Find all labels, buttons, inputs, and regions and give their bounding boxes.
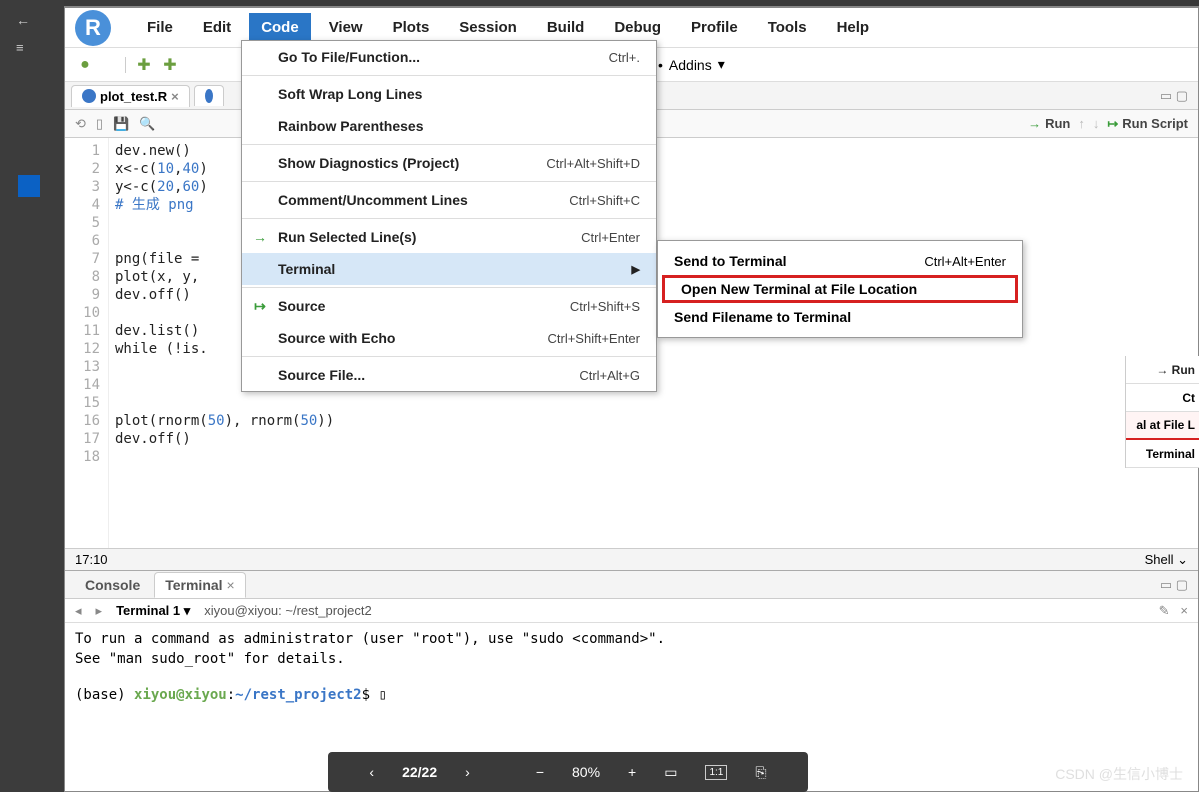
tab-console[interactable]: Console [75, 573, 150, 597]
pdf-viewer-toolbar: ‹ 22/22 › − 80% + ▭ 1:1 ⎘ [328, 752, 808, 792]
menu-edit[interactable]: Edit [191, 13, 243, 42]
right-crop-fragments: → RunCtal at File LTerminal [1125, 356, 1199, 468]
close-icon[interactable]: × [226, 577, 234, 593]
next-page-icon[interactable]: › [465, 764, 470, 780]
new-file-icon[interactable]: ● [85, 57, 126, 73]
submenu-item[interactable]: Send to TerminalCtrl+Alt+Enter [658, 247, 1022, 275]
language-mode[interactable]: Shell ⌄ [1145, 552, 1188, 568]
menu-profile[interactable]: Profile [679, 13, 750, 42]
add-r-icon[interactable]: ✚ [162, 57, 178, 73]
editor-statusbar: 17:10 Shell ⌄ [65, 548, 1198, 570]
menu-item[interactable]: Terminal▶ [242, 253, 656, 285]
prev-term-icon[interactable]: ◂ [75, 603, 82, 619]
addins-label: Addins [669, 57, 712, 73]
next-term-icon[interactable]: ▸ [96, 603, 103, 619]
menu-session[interactable]: Session [447, 13, 529, 42]
menu-item[interactable]: Show Diagnostics (Project)Ctrl+Alt+Shift… [242, 147, 656, 179]
nav-back-icon[interactable]: ⟲ [75, 116, 86, 132]
fit-page-icon[interactable]: ▭ [664, 764, 677, 781]
actual-size-icon[interactable]: 1:1 [705, 765, 727, 780]
terminal-line: See "man sudo_root" for details. [75, 649, 1188, 669]
menu-item[interactable]: Rainbow Parentheses [242, 110, 656, 142]
menu-build[interactable]: Build [535, 13, 597, 42]
run-button[interactable]: → Run [1028, 116, 1070, 131]
run-label: Run [1045, 116, 1070, 131]
browser-left-strip: ← ≡ [0, 0, 64, 792]
menu-item[interactable]: →Run Selected Line(s)Ctrl+Enter [242, 221, 656, 253]
menu-item[interactable]: Source File...Ctrl+Alt+G [242, 359, 656, 391]
cursor-position: 17:10 [75, 552, 108, 567]
cropped-fragment: al at File L [1126, 412, 1199, 440]
menu-tools[interactable]: Tools [756, 13, 819, 42]
r-file-icon [82, 89, 96, 103]
run-script-label: Run Script [1122, 116, 1188, 131]
rotate-icon[interactable]: ⎘ [755, 764, 766, 781]
zoom-level: 80% [572, 764, 600, 780]
watermark: CSDN @生信小博士 [1055, 764, 1183, 784]
submenu-item[interactable]: Send Filename to Terminal [658, 303, 1022, 331]
terminal-toolbar: ◂ ▸ Terminal 1 ▾ xiyou@xiyou: ~/rest_pro… [65, 599, 1198, 623]
panel-controls[interactable]: ▭ ▢ [1160, 88, 1188, 104]
run-arrow-icon: → [1028, 116, 1041, 131]
terminal-line: To run a command as administrator (user … [75, 629, 1188, 649]
bottom-tabbar: Console Terminal × ▭ ▢ [65, 571, 1198, 599]
cropped-fragment: Ct [1126, 384, 1199, 412]
zoom-in-icon[interactable]: + [628, 764, 636, 780]
addins-dropdown[interactable]: • Addins ▾ [658, 56, 725, 73]
menu-item[interactable]: ↦SourceCtrl+Shift+S [242, 290, 656, 322]
menu-view[interactable]: View [317, 13, 375, 42]
tab-filename: plot_test.R [100, 89, 167, 104]
clear-icon[interactable]: ✎ × [1159, 603, 1188, 619]
chevron-down-icon: ▾ [718, 56, 725, 73]
page-indicator: 22/22 [402, 764, 437, 780]
tab-terminal[interactable]: Terminal × [154, 572, 245, 598]
zoom-out-icon[interactable]: − [536, 764, 544, 780]
terminal-output[interactable]: To run a command as administrator (user … [65, 623, 1198, 711]
bottom-pane: Console Terminal × ▭ ▢ ◂ ▸ Terminal 1 ▾ … [65, 570, 1198, 711]
rstudio-logo: R [75, 10, 111, 46]
code-menu-dropdown: Go To File/Function...Ctrl+. Soft Wrap Lo… [241, 40, 657, 392]
menu-plots[interactable]: Plots [381, 13, 442, 42]
menu-debug[interactable]: Debug [602, 13, 673, 42]
save-icon[interactable]: 💾 [113, 116, 129, 132]
line-gutter: 123456789101112131415161718 [65, 138, 109, 548]
terminal-title: xiyou@xiyou: ~/rest_project2 [204, 603, 371, 618]
terminal-name[interactable]: Terminal 1 ▾ [116, 603, 190, 619]
submenu-item[interactable]: Open New Terminal at File Location [662, 275, 1018, 303]
reindent-down-icon[interactable]: ↓ [1093, 116, 1100, 131]
reindent-up-icon[interactable]: ↑ [1078, 116, 1085, 131]
prev-page-icon[interactable]: ‹ [369, 764, 374, 780]
editor-tab[interactable]: plot_test.R × [71, 85, 190, 107]
terminal-submenu: Send to TerminalCtrl+Alt+EnterOpen New T… [657, 240, 1023, 338]
run-script-button[interactable]: ↦ Run Script [1107, 116, 1188, 132]
source-arrow-icon: ↦ [1107, 116, 1118, 132]
menu-item[interactable]: Soft Wrap Long Lines [242, 78, 656, 110]
menu-file[interactable]: File [135, 13, 185, 42]
editor-tab-partial[interactable] [194, 85, 224, 106]
addins-bullet: • [658, 57, 663, 73]
cropped-fragment: Terminal [1126, 440, 1199, 468]
menu-glyph[interactable]: ≡ [0, 40, 64, 55]
add-icon[interactable]: ✚ [136, 57, 152, 73]
search-icon[interactable]: 🔍 [139, 116, 155, 132]
terminal-prompt: (base) xiyou@xiyou:~/rest_project2$ ▯ [75, 685, 1188, 705]
menu-item[interactable]: Go To File/Function...Ctrl+. [242, 41, 656, 73]
back-arrow[interactable]: ← [0, 0, 64, 40]
nav-fwd-icon[interactable]: ▯ [96, 116, 103, 132]
left-blue-square [18, 175, 40, 197]
r-file-icon [205, 89, 213, 103]
panel-controls[interactable]: ▭ ▢ [1160, 577, 1188, 593]
close-icon[interactable]: × [171, 89, 179, 104]
menu-item[interactable]: Source with EchoCtrl+Shift+Enter [242, 322, 656, 354]
menu-help[interactable]: Help [825, 13, 882, 42]
cropped-fragment: → Run [1126, 356, 1199, 384]
editor-toolbar-icons: ⟲ ▯ 💾 🔍 [75, 116, 155, 132]
menu-code[interactable]: Code [249, 13, 311, 42]
menu-item[interactable]: Comment/Uncomment LinesCtrl+Shift+C [242, 184, 656, 216]
